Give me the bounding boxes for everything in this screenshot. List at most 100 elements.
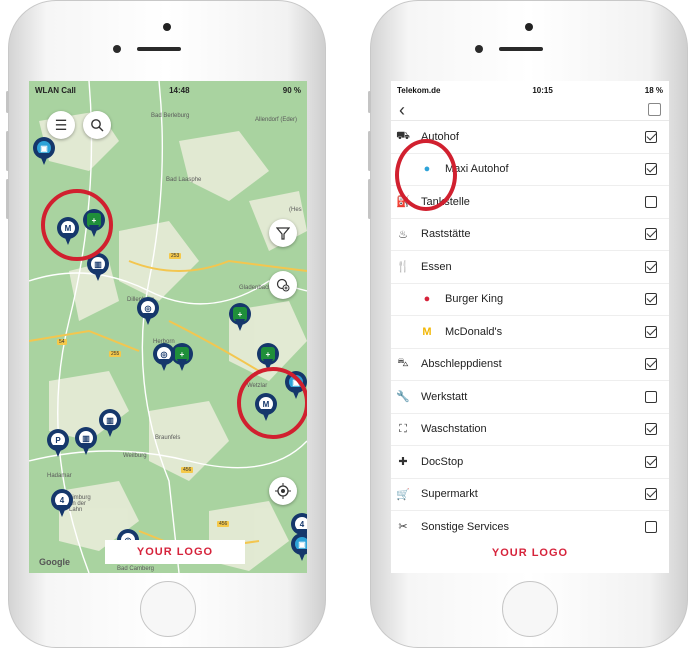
nav-bar: ‹: [391, 99, 669, 121]
filter-label: Tankstelle: [421, 195, 470, 208]
filter-label: Waschstation: [421, 423, 487, 436]
cart-icon: 🛒: [396, 488, 410, 501]
map-label: Bad Berleburg: [151, 113, 190, 119]
highlight-ring: [237, 367, 307, 439]
filter-screen: Telekom.de 10:15 18 % ‹ ⛟ Autohof ● Maxi…: [391, 81, 669, 573]
services-icon: ✂: [398, 521, 408, 534]
filter-checkbox[interactable]: [645, 293, 657, 306]
map-pin-raststaette[interactable]: ◎: [137, 297, 159, 325]
map-screen[interactable]: Bad Berleburg Allendorf (Eder) Bad Laasp…: [29, 81, 307, 573]
filter-checkbox[interactable]: [645, 520, 657, 533]
filter-row-waschstation[interactable]: ⛶ Waschstation: [391, 414, 669, 446]
map-pin-autohof[interactable]: ▥: [99, 409, 121, 437]
volume-up-button: [6, 131, 9, 171]
filter-checkbox[interactable]: [645, 423, 657, 436]
map-label: Bad Camberg: [117, 566, 155, 572]
filter-row-supermarkt[interactable]: 🛒 Supermarkt: [391, 479, 669, 511]
map-pin-autohof[interactable]: ▥: [75, 427, 97, 455]
filter-row-sonstige-services[interactable]: ✂ Sonstige Services: [391, 511, 669, 544]
google-attribution: Google: [39, 557, 70, 567]
map-pin-cluster[interactable]: 4: [51, 489, 73, 517]
filter-row-burger-king[interactable]: ● Burger King: [391, 284, 669, 316]
filter-label: DocStop: [421, 455, 464, 468]
filter-label: Burger King: [445, 293, 504, 306]
search-button[interactable]: [83, 111, 111, 139]
hamburger-icon: ☰: [54, 116, 68, 133]
add-location-button[interactable]: [269, 271, 297, 299]
filter-label: Supermarkt: [421, 488, 478, 501]
map-pin-docstop[interactable]: +: [229, 303, 251, 331]
carrier-label: WLAN Call: [35, 85, 76, 95]
filter-label: Raststätte: [421, 228, 471, 241]
mute-switch: [6, 91, 9, 113]
filter-checkbox[interactable]: [645, 163, 657, 176]
filter-label: Essen: [421, 260, 452, 273]
locate-me-button[interactable]: [269, 477, 297, 505]
road-number: 255: [109, 351, 122, 357]
home-button[interactable]: [140, 581, 196, 637]
filter-checkbox[interactable]: [645, 195, 657, 208]
filter-label: Werkstatt: [421, 390, 468, 403]
front-camera: [525, 23, 533, 31]
sensor: [113, 45, 121, 53]
clock: 10:15: [532, 85, 553, 95]
map-label: Gladenbach: [239, 285, 272, 291]
menu-button[interactable]: ☰: [47, 111, 75, 139]
crosshair-icon: [275, 483, 291, 499]
logo-placeholder: YOUR LOGO: [391, 540, 669, 566]
mcdonalds-icon: M: [422, 325, 432, 338]
filter-row-essen[interactable]: 🍴 Essen: [391, 251, 669, 284]
status-bar: WLAN Call 14:48 90 %: [29, 81, 307, 99]
filter-label: Sonstige Services: [421, 520, 510, 533]
car-wash-icon: ⛶: [399, 422, 407, 435]
burger-king-icon: ●: [423, 293, 431, 306]
search-icon: [91, 119, 104, 132]
select-all-checkbox[interactable]: [648, 103, 661, 116]
left-phone: Bad Berleburg Allendorf (Eder) Bad Laasp…: [6, 0, 326, 648]
map-pin-docstop[interactable]: +: [171, 343, 193, 371]
road-number: 456: [181, 467, 194, 473]
status-bar: Telekom.de 10:15 18 %: [391, 81, 669, 99]
clock: 14:48: [169, 85, 190, 95]
filter-button[interactable]: [269, 219, 297, 247]
filter-checkbox[interactable]: [645, 325, 657, 338]
filter-label: Autohof: [421, 130, 459, 143]
sensor: [475, 45, 483, 53]
filter-checkbox[interactable]: [645, 260, 657, 273]
map-label: Bad Laasphe: [166, 177, 202, 183]
back-button[interactable]: ‹: [399, 101, 405, 119]
battery-level: 90 %: [282, 85, 301, 95]
volume-up-button: [368, 131, 371, 171]
highlight-ring: [41, 189, 113, 261]
filter-label: Maxi Autohof: [445, 163, 509, 176]
map-label: (Hes: [289, 207, 302, 213]
filter-checkbox[interactable]: [645, 455, 657, 468]
highlight-ring: [395, 139, 457, 211]
road-number: 253: [169, 253, 182, 259]
map-pin-wash[interactable]: ▣: [291, 533, 307, 561]
map-label: Weilburg: [123, 453, 147, 459]
volume-down-button: [368, 179, 371, 219]
road-number: 54: [57, 339, 67, 345]
filter-icon: [276, 227, 290, 240]
filter-row-abschleppdienst[interactable]: ⛍ Abschleppdienst: [391, 349, 669, 381]
map-pin-wash[interactable]: ▣: [33, 137, 55, 165]
filter-checkbox[interactable]: [645, 228, 657, 241]
carrier-label: Telekom.de: [397, 85, 441, 95]
home-button[interactable]: [502, 581, 558, 637]
filter-checkbox[interactable]: [645, 130, 657, 143]
filter-row-werkstatt[interactable]: 🔧 Werkstatt: [391, 381, 669, 414]
wrench-icon: 🔧: [396, 391, 410, 404]
filter-row-raststaette[interactable]: ♨ Raststätte: [391, 219, 669, 251]
map-pin-parking[interactable]: P: [47, 429, 69, 457]
filter-row-docstop[interactable]: ✚ DocStop: [391, 446, 669, 479]
filter-checkbox[interactable]: [645, 488, 657, 501]
filter-row-mcdonalds[interactable]: M McDonald's: [391, 316, 669, 349]
earpiece-speaker: [137, 47, 181, 51]
filter-label: McDonald's: [445, 325, 503, 338]
truck-stop-icon: ⛟: [396, 129, 410, 142]
logo-placeholder: YOUR LOGO: [105, 540, 245, 564]
map-label: Hadamar: [47, 473, 72, 479]
filter-checkbox[interactable]: [645, 358, 657, 371]
filter-checkbox[interactable]: [645, 390, 657, 403]
